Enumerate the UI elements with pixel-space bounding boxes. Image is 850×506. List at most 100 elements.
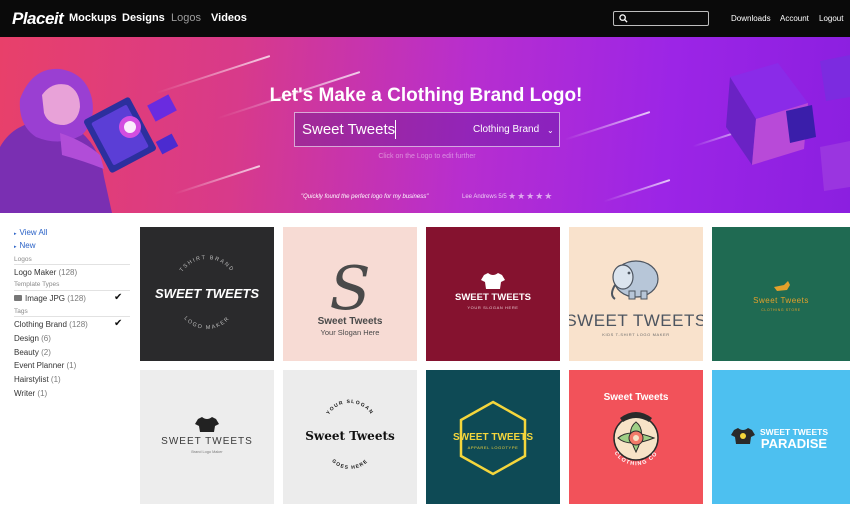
- filter-tag-beauty[interactable]: Beauty (2): [14, 348, 51, 357]
- logo-bottom-text: LOGO MAKER: [183, 316, 230, 332]
- logo-tile[interactable]: SWEET TWEETS PARADISE: [712, 370, 850, 504]
- logo-brand-text: Sweet Tweets: [604, 392, 669, 403]
- filter-count: (2): [41, 348, 51, 357]
- filter-count: (1): [50, 375, 61, 384]
- chevron-down-icon[interactable]: ⌄: [547, 126, 554, 135]
- filter-tag-clothing-brand[interactable]: Clothing Brand (128): [14, 320, 88, 329]
- logo-tile[interactable]: TSHIRT BRAND SWEET TWEETS LOGO MAKER: [140, 227, 274, 361]
- logo-preview: SWEET TWEETS Brand Logo Maker: [161, 417, 253, 454]
- filter-count: (128): [69, 320, 88, 329]
- svg-text:TSHIRT BRAND: TSHIRT BRAND: [179, 255, 235, 273]
- search-input[interactable]: [613, 11, 709, 26]
- logo-brand-text: SWEET TWEETS: [453, 432, 533, 443]
- filter-count: (1): [66, 361, 77, 370]
- category-select[interactable]: Clothing Brand: [473, 124, 539, 135]
- logo-brand-text: SWEET TWEETS: [569, 311, 703, 330]
- top-nav: Placeit Mockups Designs Logos Videos Dow…: [0, 0, 850, 37]
- logo-brand-text: Sweet Tweets: [318, 316, 383, 327]
- logo-preview: SWEET TWEETS KIDS T-SHIRT LOGO MAKER: [569, 260, 703, 337]
- logo-tile[interactable]: SWEET TWEETS KIDS T-SHIRT LOGO MAKER: [569, 227, 703, 361]
- logo-tile[interactable]: SWEET TWEETS YOUR SLOGAN HERE: [426, 227, 560, 361]
- tshirt-icon: [481, 273, 505, 289]
- logo-slogan-text: Brand Logo Maker: [191, 450, 223, 454]
- filter-tag-event-planner[interactable]: Event Planner (1): [14, 361, 76, 370]
- logo-brand-text: Sweet Tweets: [753, 296, 809, 305]
- nav-link-designs[interactable]: Designs: [122, 12, 165, 24]
- filter-tag-hairstylist[interactable]: Hairstylist (1): [14, 375, 61, 384]
- nav-link-logout[interactable]: Logout: [819, 14, 843, 23]
- nav-link-account[interactable]: Account: [780, 14, 809, 23]
- filter-image-jpg[interactable]: Image JPG (128): [14, 294, 86, 303]
- section-heading-logos: Logos: [14, 256, 32, 263]
- logo-preview: SWEET TWEETS YOUR SLOGAN HERE: [455, 273, 531, 310]
- logo-slogan-text: KIDS T-SHIRT LOGO MAKER: [602, 332, 670, 337]
- logo-letter: S: [329, 254, 370, 324]
- decorative-streak: [564, 111, 651, 141]
- logo-slogan-text: PARADISE: [761, 436, 828, 451]
- logo-brand-text: SWEET TWEETS: [155, 286, 259, 301]
- brand-name-input[interactable]: Sweet Tweets Clothing Brand ⌄: [294, 112, 560, 147]
- logo-tile[interactable]: SWEET TWEETS Brand Logo Maker: [140, 370, 274, 504]
- filter-view-all[interactable]: ▸ View All: [14, 228, 47, 237]
- filter-tag-writer[interactable]: Writer (1): [14, 389, 47, 398]
- logo-preview: TSHIRT BRAND SWEET TWEETS LOGO MAKER: [155, 255, 259, 332]
- hero-hint: Click on the Logo to edit further: [378, 153, 476, 160]
- hero-title: Let's Make a Clothing Brand Logo!: [269, 85, 583, 106]
- filter-label: Image JPG: [25, 294, 66, 303]
- filter-count: (6): [41, 334, 51, 343]
- nav-link-logos[interactable]: Logos: [171, 12, 201, 24]
- logo-tile[interactable]: Sweet Tweets CLOTHING CO: [569, 370, 703, 504]
- filter-count: (128): [58, 268, 78, 277]
- testimonial-quote: "Quickly found the perfect logo for my b…: [301, 194, 429, 200]
- filter-label: Event Planner: [14, 361, 65, 370]
- filter-view-all-label: View All: [19, 228, 48, 237]
- flower-badge-icon: [613, 412, 659, 461]
- triangle-right-icon: ▸: [14, 244, 17, 250]
- svg-text:GOES HERE: GOES HERE: [330, 458, 369, 471]
- camera-icon: [14, 294, 22, 301]
- logo-brand-text: Sweet Tweets: [305, 429, 395, 443]
- checkmark-icon: ✔: [114, 318, 123, 329]
- logo-slogan-text: Your Slogan Here: [321, 328, 380, 337]
- logo-brand-text: SWEET TWEETS: [455, 292, 531, 303]
- filter-new-label: New: [19, 241, 36, 250]
- divider: [14, 264, 130, 265]
- logo-preview: Sweet Tweets CLOTHING STORE: [753, 281, 809, 312]
- filter-label: Writer: [14, 389, 36, 398]
- person-with-phone-illustration: [0, 68, 179, 213]
- filter-label: Logo Maker: [14, 268, 57, 277]
- logo-slogan-text: APPAREL LOGOTYPE: [468, 445, 519, 450]
- logo-tile[interactable]: S Sweet Tweets Your Slogan Here: [283, 227, 417, 361]
- logo-bottom-text: GOES HERE: [330, 458, 368, 471]
- logo-tile[interactable]: YOUR SLOGAN Sweet Tweets GOES HERE: [283, 370, 417, 504]
- logo-top-text: TSHIRT BRAND: [179, 255, 234, 273]
- logo-grid: TSHIRT BRAND SWEET TWEETS LOGO MAKER S S…: [140, 213, 850, 506]
- decorative-streak: [603, 179, 671, 203]
- svg-text:LOGO MAKER: LOGO MAKER: [183, 316, 232, 332]
- filter-new[interactable]: ▸ New: [14, 241, 36, 250]
- filter-label: Clothing Brand: [14, 320, 67, 329]
- placeit-page: Placeit Mockups Designs Logos Videos Dow…: [0, 0, 850, 506]
- filter-count: (1): [37, 389, 48, 398]
- logo-preview: SWEET TWEETS APPAREL LOGOTYPE: [453, 400, 533, 476]
- placeit-logo[interactable]: Placeit: [12, 9, 64, 29]
- text-caret: [395, 120, 396, 139]
- divider: [14, 290, 130, 291]
- filter-label: Beauty: [14, 348, 39, 357]
- nav-link-mockups[interactable]: Mockups: [69, 12, 117, 24]
- filter-logo-maker[interactable]: Logo Maker (128): [14, 268, 77, 277]
- filter-tag-design[interactable]: Design (6): [14, 334, 51, 343]
- logo-preview: Sweet Tweets CLOTHING CO: [604, 392, 669, 467]
- tshirt-icon: [195, 417, 219, 432]
- animal-icon: [774, 281, 790, 291]
- logo-tile[interactable]: SWEET TWEETS APPAREL LOGOTYPE: [426, 370, 560, 504]
- logo-preview: SWEET TWEETS PARADISE: [731, 427, 828, 451]
- nav-link-videos[interactable]: Videos: [211, 12, 247, 24]
- hero-banner: Let's Make a Clothing Brand Logo! Sweet …: [0, 37, 850, 213]
- rating-stars: ★★★★★: [508, 191, 554, 201]
- logo-tile[interactable]: Sweet Tweets CLOTHING STORE: [712, 227, 850, 361]
- nav-link-downloads[interactable]: Downloads: [731, 14, 771, 23]
- svg-text:YOUR SLOGAN: YOUR SLOGAN: [325, 399, 374, 416]
- logo-brand-text: SWEET TWEETS: [161, 436, 253, 447]
- filter-count: (128): [67, 294, 86, 303]
